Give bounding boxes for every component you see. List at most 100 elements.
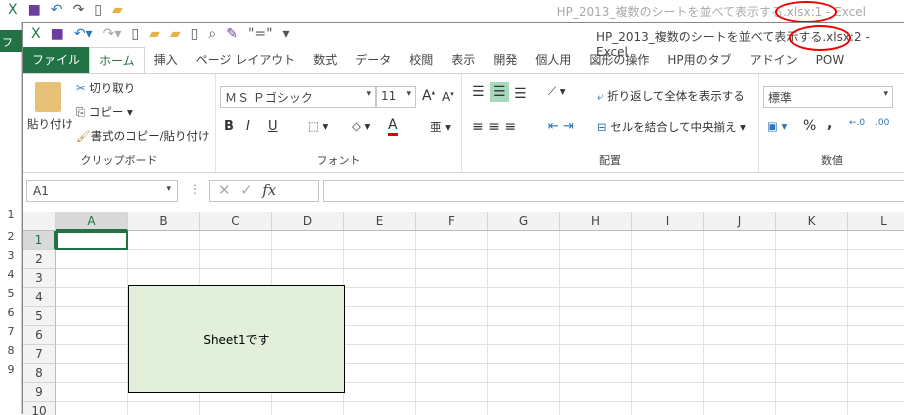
cell-F2[interactable]: [416, 250, 488, 269]
cell-E1[interactable]: [344, 231, 416, 250]
cell-A2[interactable]: [56, 250, 128, 269]
name-box[interactable]: A1 ▾: [26, 180, 178, 202]
cell-D10[interactable]: [272, 402, 344, 415]
cell-F7[interactable]: [416, 345, 488, 364]
cell-A6[interactable]: [56, 326, 128, 345]
column-header[interactable]: C: [200, 212, 272, 231]
cell-K10[interactable]: [776, 402, 848, 415]
open-icon[interactable]: ▰: [149, 26, 160, 42]
back-file-tab[interactable]: フ: [0, 30, 22, 52]
select-all-corner[interactable]: [23, 212, 56, 231]
formula-input[interactable]: [323, 180, 904, 202]
column-header[interactable]: J: [704, 212, 776, 231]
paste-icon[interactable]: [35, 82, 61, 112]
cell-H10[interactable]: [560, 402, 632, 415]
cell-E8[interactable]: [344, 364, 416, 383]
font-name-select[interactable]: ＭＳ Ｐゴシック ▾: [220, 86, 376, 108]
cell-G5[interactable]: [488, 307, 560, 326]
number-format-select[interactable]: 標準 ▾: [763, 86, 893, 108]
save-icon[interactable]: ■: [51, 26, 64, 42]
paste-button[interactable]: 貼り付け: [27, 116, 73, 132]
cell-K3[interactable]: [776, 269, 848, 288]
cell-J1[interactable]: [704, 231, 776, 250]
phonetic-icon[interactable]: 亜 ▾: [430, 119, 451, 135]
save-icon[interactable]: ■: [28, 2, 41, 18]
cell-L3[interactable]: [848, 269, 904, 288]
cell-C1[interactable]: [200, 231, 272, 250]
new-icon[interactable]: ▯: [94, 2, 102, 18]
cell-K5[interactable]: [776, 307, 848, 326]
cell-J2[interactable]: [704, 250, 776, 269]
align-left-icon[interactable]: ≡ ≡ ≡: [472, 119, 516, 135]
cell-A5[interactable]: [56, 307, 128, 326]
cell-A4[interactable]: [56, 288, 128, 307]
cell-I10[interactable]: [632, 402, 704, 415]
cell-H7[interactable]: [560, 345, 632, 364]
cell-K2[interactable]: [776, 250, 848, 269]
cell-L5[interactable]: [848, 307, 904, 326]
cell-A1[interactable]: [56, 231, 128, 250]
cell-H2[interactable]: [560, 250, 632, 269]
cell-E10[interactable]: [344, 402, 416, 415]
undo-icon[interactable]: ↶: [51, 2, 63, 18]
cell-K7[interactable]: [776, 345, 848, 364]
cell-B10[interactable]: [128, 402, 200, 415]
cell-J9[interactable]: [704, 383, 776, 402]
column-header[interactable]: A: [56, 212, 128, 231]
enter-icon[interactable]: ✓: [240, 181, 253, 199]
cell-A7[interactable]: [56, 345, 128, 364]
cancel-icon[interactable]: ✕: [218, 181, 231, 199]
column-header[interactable]: I: [632, 212, 704, 231]
tab-hp[interactable]: HP用のタブ: [658, 47, 740, 73]
cell-J7[interactable]: [704, 345, 776, 364]
cell-E6[interactable]: [344, 326, 416, 345]
cell-G7[interactable]: [488, 345, 560, 364]
cell-I1[interactable]: [632, 231, 704, 250]
cell-A8[interactable]: [56, 364, 128, 383]
cell-K6[interactable]: [776, 326, 848, 345]
tab-addins[interactable]: アドイン: [741, 47, 807, 73]
cell-A3[interactable]: [56, 269, 128, 288]
cell-G6[interactable]: [488, 326, 560, 345]
cell-E4[interactable]: [344, 288, 416, 307]
cell-I7[interactable]: [632, 345, 704, 364]
column-header[interactable]: H: [560, 212, 632, 231]
column-header[interactable]: F: [416, 212, 488, 231]
align-middle-icon[interactable]: ☰: [490, 82, 509, 102]
cell-H5[interactable]: [560, 307, 632, 326]
cell-K1[interactable]: [776, 231, 848, 250]
cell-G2[interactable]: [488, 250, 560, 269]
cell-C2[interactable]: [200, 250, 272, 269]
cell-L2[interactable]: [848, 250, 904, 269]
cell-G4[interactable]: [488, 288, 560, 307]
merge-center-button[interactable]: ⊟ セルを結合して中央揃え ▾: [597, 119, 746, 135]
copy-button[interactable]: ⎘ コピー ▾: [76, 104, 133, 120]
tab-view[interactable]: 表示: [442, 47, 484, 73]
cell-C10[interactable]: [200, 402, 272, 415]
cell-J3[interactable]: [704, 269, 776, 288]
spreadsheet-grid[interactable]: A B C D E F G H I J K L 1 2 3 4 5 6 7 8 9 10 Sheet1です: [23, 212, 904, 415]
row-header[interactable]: 5: [23, 307, 56, 326]
cell-F9[interactable]: [416, 383, 488, 402]
fill-color-icon[interactable]: ◇ ▾: [352, 119, 370, 133]
redo-icon[interactable]: ↷▾: [103, 26, 122, 42]
cell-J5[interactable]: [704, 307, 776, 326]
folder-icon[interactable]: ▰: [170, 26, 181, 42]
cell-H3[interactable]: [560, 269, 632, 288]
row-header[interactable]: 6: [23, 326, 56, 345]
tab-data[interactable]: データ: [346, 47, 400, 73]
cell-L1[interactable]: [848, 231, 904, 250]
cell-H9[interactable]: [560, 383, 632, 402]
text-box-shape[interactable]: Sheet1です: [128, 285, 345, 393]
column-header[interactable]: K: [776, 212, 848, 231]
column-header[interactable]: E: [344, 212, 416, 231]
cell-H6[interactable]: [560, 326, 632, 345]
cell-L4[interactable]: [848, 288, 904, 307]
underline-button[interactable]: U: [268, 119, 278, 134]
open-icon[interactable]: ▰: [112, 2, 123, 18]
row-header[interactable]: 7: [23, 345, 56, 364]
cell-I5[interactable]: [632, 307, 704, 326]
edit-icon[interactable]: ✎: [226, 26, 238, 42]
cell-F10[interactable]: [416, 402, 488, 415]
cell-G3[interactable]: [488, 269, 560, 288]
